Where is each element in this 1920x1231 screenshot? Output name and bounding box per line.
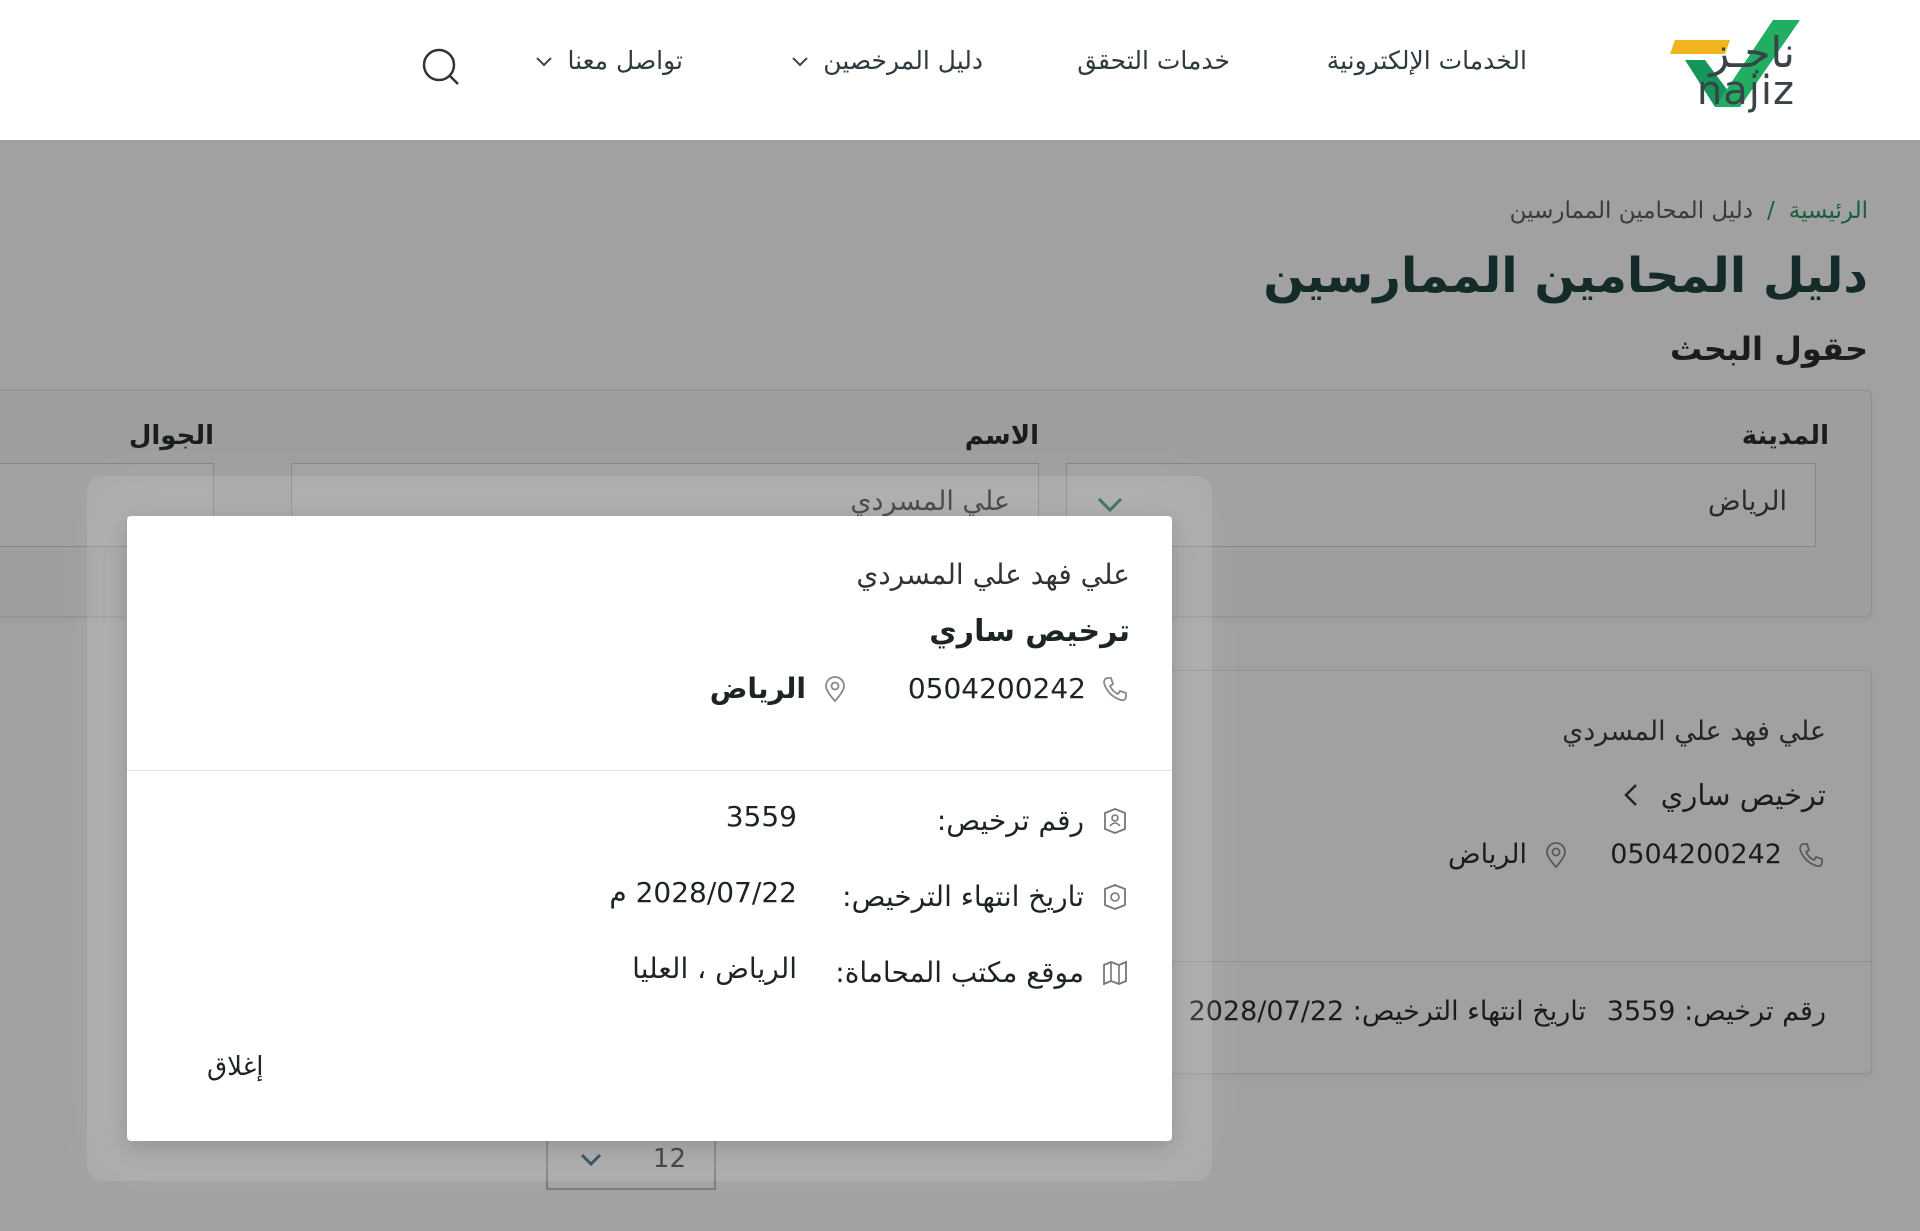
najiz-logo[interactable]: ناجـز najiz: [1630, 0, 1920, 140]
shield-icon: [1104, 883, 1126, 910]
modal-lawyer-name: علي فهد علي المسردي: [856, 558, 1130, 591]
logo-english-text: najiz: [1696, 68, 1795, 114]
modal-office-location-row: موقع مكتب المحاماة:: [835, 956, 1130, 989]
modal-phone-row: 0504200242: [908, 672, 1130, 705]
modal-license-status: ترخيص ساري: [929, 614, 1130, 649]
nav-licensees-directory[interactable]: دليل المرخصين: [789, 46, 983, 75]
nav-electronic-services[interactable]: الخدمات الإلكترونية: [1327, 46, 1527, 75]
nav-verification-services[interactable]: خدمات التحقق: [1077, 46, 1230, 75]
nav-contact-us[interactable]: تواصل معنا: [533, 46, 683, 75]
office-location-value: الرياض ، العليا: [632, 952, 797, 985]
modal-city: الرياض: [709, 672, 806, 705]
nav-label: تواصل معنا: [567, 46, 683, 75]
modal-divider: [127, 770, 1172, 771]
nav-label: دليل المرخصين: [823, 46, 983, 75]
modal-phone: 0504200242: [907, 672, 1086, 705]
close-button[interactable]: إغلاق: [197, 1046, 274, 1088]
nav-label: الخدمات الإلكترونية: [1326, 46, 1527, 75]
modal-city-row: الرياض: [710, 672, 850, 705]
license-badge-icon: [1104, 807, 1126, 834]
modal-license-number-row: رقم ترخيص:: [937, 804, 1130, 837]
search-icon[interactable]: [420, 46, 462, 88]
license-expiry-label: تاريخ انتهاء الترخيص:: [842, 880, 1084, 913]
top-navbar: ناجـز najiz الخدمات الإلكترونية خدمات ال…: [0, 0, 1920, 140]
lawyer-details-modal: علي فهد علي المسردي ترخيص ساري 050420024…: [127, 516, 1172, 1141]
location-pin-icon: [825, 675, 845, 702]
office-location-label: موقع مكتب المحاماة:: [835, 956, 1084, 989]
chevron-down-icon: [536, 56, 553, 66]
modal-license-expiry-row: تاريخ انتهاء الترخيص:: [842, 880, 1130, 913]
chevron-down-icon: [792, 56, 809, 66]
license-number-value: 3559: [725, 800, 797, 833]
phone-icon: [1103, 676, 1127, 701]
nav-label: خدمات التحقق: [1077, 46, 1230, 75]
license-number-label: رقم ترخيص:: [936, 804, 1084, 837]
map-icon: [1103, 960, 1127, 985]
license-expiry-value: 2028/07/22 م: [609, 876, 797, 909]
